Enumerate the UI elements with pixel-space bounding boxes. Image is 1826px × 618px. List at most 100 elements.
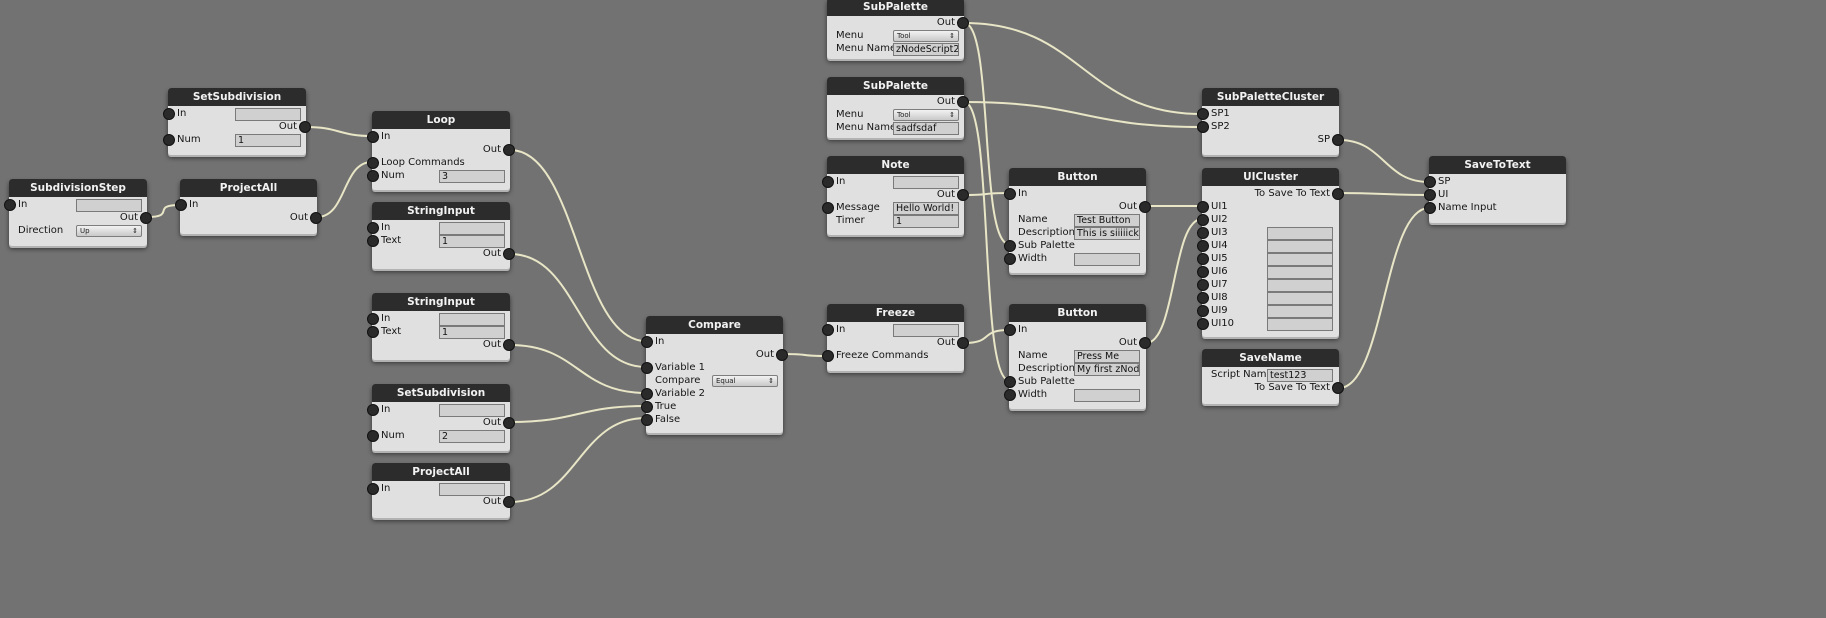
input-port[interactable] [1197, 266, 1209, 278]
input-port[interactable] [1424, 202, 1436, 214]
input-port[interactable] [1197, 253, 1209, 265]
input-port[interactable] [1004, 240, 1016, 252]
input-port[interactable] [822, 324, 834, 336]
input-port[interactable] [367, 131, 379, 143]
num-field[interactable]: 2 [439, 430, 505, 443]
input-port[interactable] [1197, 240, 1209, 252]
node-title[interactable]: StringInput [372, 293, 510, 311]
input-port[interactable] [367, 404, 379, 416]
input-port[interactable] [1197, 279, 1209, 291]
input-port[interactable] [822, 176, 834, 188]
node-ui-cluster[interactable]: UICluster To Save To Text UI1 UI2 UI3 UI… [1197, 168, 1344, 337]
output-port[interactable] [957, 96, 969, 108]
input-port[interactable] [1197, 108, 1209, 120]
output-port[interactable] [503, 144, 515, 156]
output-port[interactable] [503, 248, 515, 260]
node-button[interactable]: Button In Out Name Test Button Descripti… [1004, 168, 1151, 273]
menu-name-field[interactable]: sadfsdaf [893, 122, 959, 135]
node-set-subdivision[interactable]: SetSubdivision In Out Num 1 [163, 88, 311, 155]
node-title[interactable]: SubPalette [827, 77, 964, 95]
node-note[interactable]: Note In Out Message Hello World! Timer 1 [822, 156, 969, 235]
input-port[interactable] [1004, 389, 1016, 401]
node-title[interactable]: UICluster [1202, 168, 1339, 186]
node-save-name[interactable]: SaveName Script Name test123 To Save To … [1202, 349, 1344, 404]
node-title[interactable]: Loop [372, 111, 510, 129]
node-title[interactable]: SubPalette [827, 0, 964, 16]
node-loop[interactable]: Loop In Out Loop Commands Num 3 [367, 111, 515, 190]
input-port[interactable] [163, 108, 175, 120]
menu-dropdown[interactable]: Tool ⇕ [893, 30, 959, 42]
input-port[interactable] [367, 313, 379, 325]
input-port[interactable] [367, 326, 379, 338]
input-port[interactable] [641, 336, 653, 348]
node-subdivision-step[interactable]: SubdivisionStep In Out Direction Up ⇕ [4, 179, 152, 246]
timer-field[interactable]: 1 [893, 215, 959, 228]
width-field[interactable] [1074, 253, 1140, 266]
node-sub-palette[interactable]: SubPalette Out Menu Tool ⇕ Menu Name sadf… [827, 77, 969, 138]
input-port[interactable] [1004, 253, 1016, 265]
node-save-to-text[interactable]: SaveToText SP UI Name Input [1424, 156, 1566, 223]
node-title[interactable]: SetSubdivision [168, 88, 306, 106]
width-field[interactable] [1074, 389, 1140, 402]
output-port[interactable] [1332, 188, 1344, 200]
node-title[interactable]: ProjectAll [180, 179, 317, 197]
input-port[interactable] [367, 170, 379, 182]
node-title[interactable]: SetSubdivision [372, 384, 510, 402]
input-port[interactable] [1004, 376, 1016, 388]
node-title[interactable]: SaveToText [1429, 156, 1566, 174]
input-port[interactable] [1197, 201, 1209, 213]
input-port[interactable] [822, 202, 834, 214]
output-port[interactable] [957, 189, 969, 201]
node-sub-palette[interactable]: SubPalette Out Menu Tool ⇕ Menu Name zNod… [827, 0, 969, 59]
input-port[interactable] [1424, 176, 1436, 188]
output-port[interactable] [503, 339, 515, 351]
direction-dropdown[interactable]: Up ⇕ [76, 225, 142, 237]
output-port[interactable] [1332, 382, 1344, 394]
node-title[interactable]: Button [1009, 168, 1146, 186]
input-port[interactable] [641, 414, 653, 426]
output-port[interactable] [140, 212, 152, 224]
input-port[interactable] [822, 350, 834, 362]
output-port[interactable] [957, 17, 969, 29]
node-compare[interactable]: Compare In Out Variable 1 Compare Equal ⇕… [641, 316, 788, 433]
output-port[interactable] [957, 337, 969, 349]
input-port[interactable] [1197, 305, 1209, 317]
input-port[interactable] [1197, 318, 1209, 330]
node-title[interactable]: SubPaletteCluster [1202, 88, 1339, 106]
input-port[interactable] [175, 199, 187, 211]
output-port[interactable] [503, 417, 515, 429]
compare-dropdown[interactable]: Equal ⇕ [712, 375, 778, 387]
node-title[interactable]: Freeze [827, 304, 964, 322]
input-port[interactable] [641, 388, 653, 400]
menu-dropdown[interactable]: Tool ⇕ [893, 109, 959, 121]
node-button[interactable]: Button In Out Name Press Me Description … [1004, 304, 1151, 409]
output-port[interactable] [299, 121, 311, 133]
input-port[interactable] [641, 362, 653, 374]
node-freeze[interactable]: Freeze In Out Freeze Commands [822, 304, 969, 371]
node-title[interactable]: ProjectAll [372, 463, 510, 481]
node-title[interactable]: SubdivisionStep [9, 179, 147, 197]
input-port[interactable] [1197, 214, 1209, 226]
menu-name-field[interactable]: zNodeScript2 [893, 43, 959, 56]
input-port[interactable] [1004, 188, 1016, 200]
input-port[interactable] [367, 483, 379, 495]
input-port[interactable] [367, 235, 379, 247]
output-port[interactable] [1332, 134, 1344, 146]
node-title[interactable]: SaveName [1202, 349, 1339, 367]
node-title[interactable]: StringInput [372, 202, 510, 220]
output-port[interactable] [776, 349, 788, 361]
ui10-field[interactable] [1267, 318, 1333, 331]
input-port[interactable] [1197, 292, 1209, 304]
output-port[interactable] [310, 212, 322, 224]
input-port[interactable] [4, 199, 16, 211]
node-title[interactable]: Note [827, 156, 964, 174]
node-string-input[interactable]: StringInput In Text 1 Out [367, 202, 515, 269]
node-title[interactable]: Compare [646, 316, 783, 334]
node-sub-palette-cluster[interactable]: SubPaletteCluster SP1 SP2 SP [1197, 88, 1344, 155]
input-port[interactable] [163, 134, 175, 146]
node-project-all[interactable]: ProjectAll In Out [175, 179, 322, 234]
input-port[interactable] [367, 430, 379, 442]
input-port[interactable] [641, 401, 653, 413]
node-project-all[interactable]: ProjectAll In Out [367, 463, 515, 518]
input-port[interactable] [1197, 121, 1209, 133]
